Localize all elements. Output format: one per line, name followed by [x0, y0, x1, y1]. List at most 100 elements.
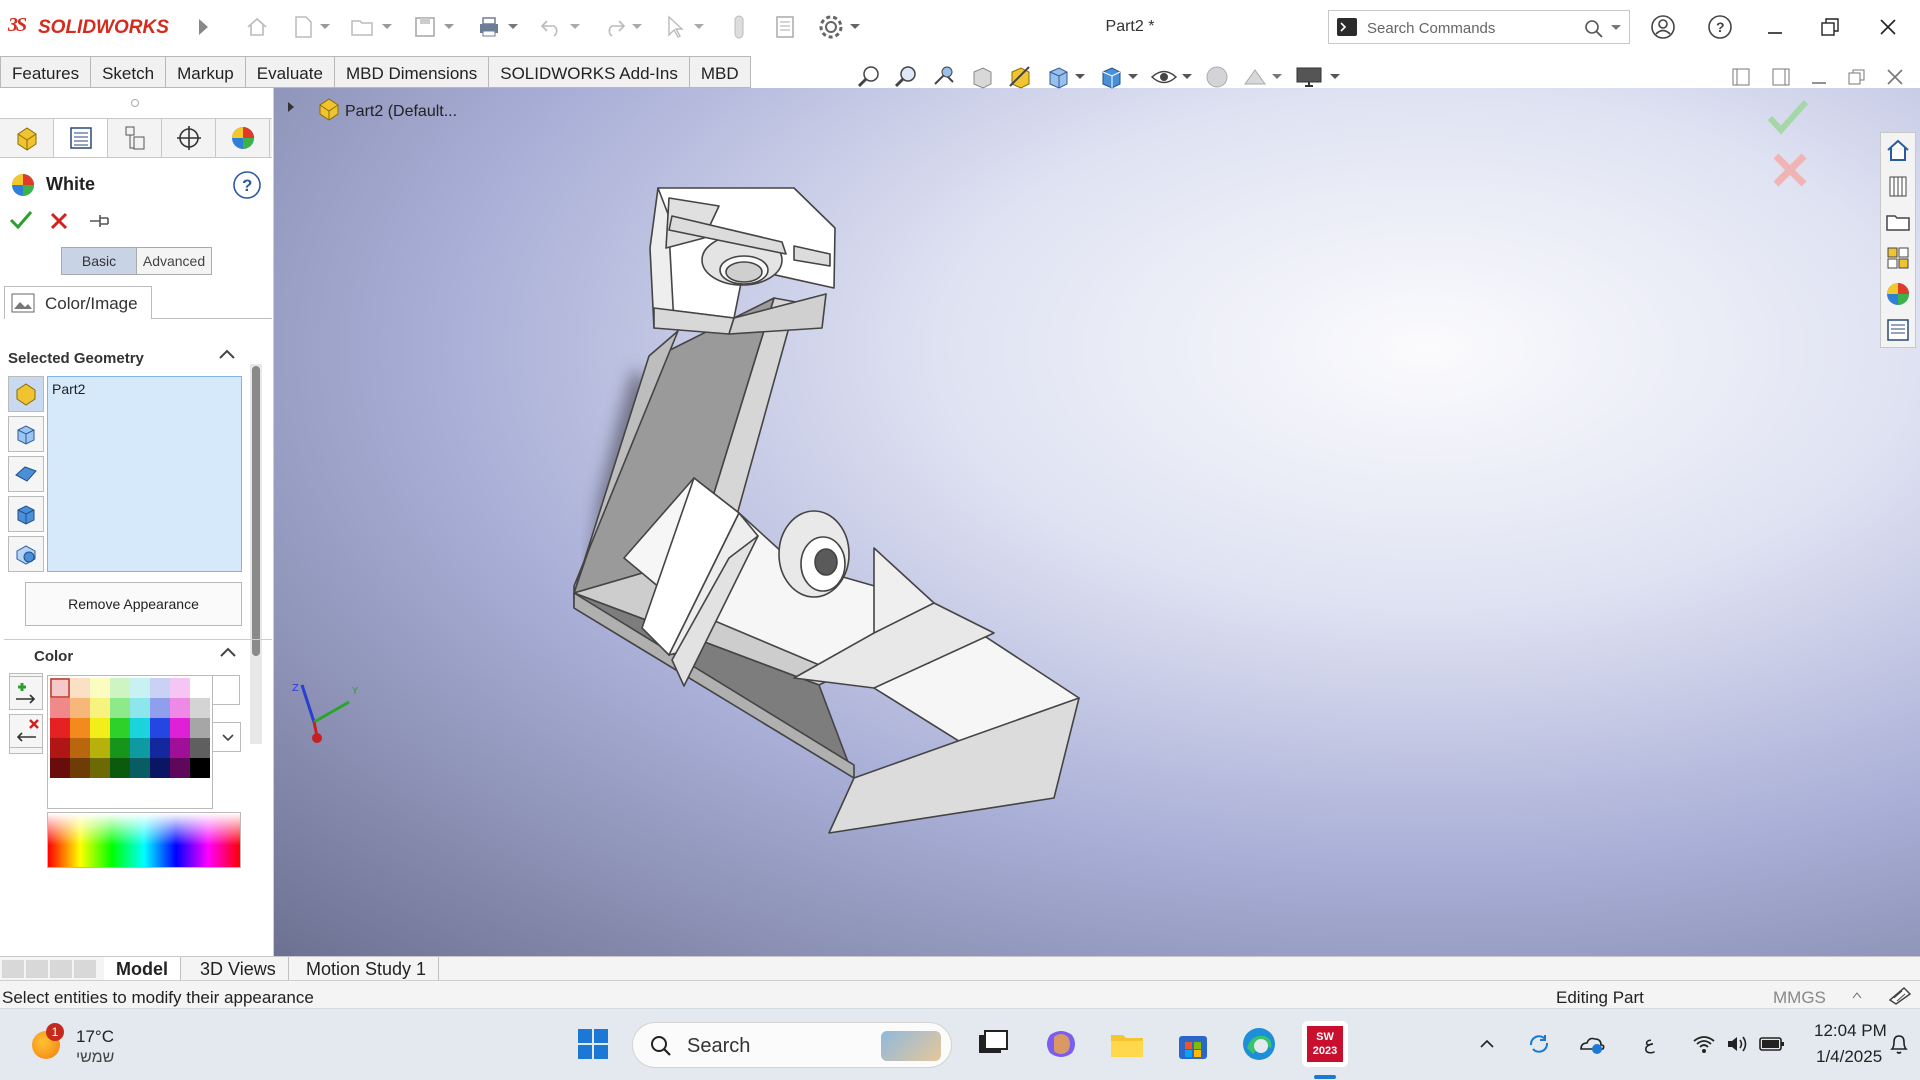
- help-icon[interactable]: ?: [1702, 12, 1738, 42]
- tab-3d-views[interactable]: 3D Views: [188, 957, 289, 981]
- doc-minimize-icon[interactable]: [1802, 62, 1836, 92]
- axis-triad-icon[interactable]: Z Y: [292, 683, 359, 743]
- prev-tab-arrow-icon[interactable]: [26, 960, 48, 978]
- basic-mode-button[interactable]: Basic: [62, 248, 137, 274]
- units-arrow-icon[interactable]: [1852, 991, 1862, 999]
- print-dropdown-icon[interactable]: [506, 12, 520, 42]
- options-gear-icon[interactable]: [816, 12, 846, 42]
- new-document-icon[interactable]: [288, 12, 318, 42]
- tab-markup[interactable]: Markup: [166, 57, 246, 87]
- onedrive-tray-icon[interactable]: [1574, 1021, 1608, 1067]
- search-dropdown-icon[interactable]: [1611, 25, 1621, 31]
- restore-window-button[interactable]: [1812, 12, 1848, 42]
- volume-icon[interactable]: [1724, 1021, 1752, 1067]
- search-icon[interactable]: [1583, 18, 1605, 40]
- custom-properties-icon[interactable]: [1881, 313, 1915, 347]
- collapse-color-icon[interactable]: [219, 646, 237, 658]
- file-explorer-icon[interactable]: [1881, 205, 1915, 239]
- section-view-icon[interactable]: [965, 62, 999, 92]
- show-hidden-icons-chevron[interactable]: [1474, 1021, 1500, 1067]
- swatch-grid[interactable]: [47, 675, 213, 809]
- display-style-dropdown-icon[interactable]: [1126, 62, 1140, 92]
- previous-view-icon[interactable]: [927, 62, 961, 92]
- clock-time[interactable]: 12:04 PM: [1814, 1021, 1887, 1041]
- viewport-split-icon[interactable]: [1764, 62, 1798, 92]
- redo-dropdown-icon[interactable]: [630, 12, 644, 42]
- redo-icon[interactable]: [600, 12, 630, 42]
- list-item[interactable]: Part2: [52, 381, 85, 397]
- weather-widget[interactable]: 1 17°C שמשי: [26, 1023, 136, 1069]
- color-spectrum-picker[interactable]: [47, 812, 241, 868]
- view-orientation-dropdown-icon[interactable]: [1073, 62, 1087, 92]
- undo-icon[interactable]: [536, 12, 566, 42]
- units-label[interactable]: MMGS: [1773, 988, 1826, 1008]
- tab-motion-study[interactable]: Motion Study 1: [294, 957, 440, 981]
- task-view-icon[interactable]: [970, 1021, 1016, 1067]
- sync-tray-icon[interactable]: [1522, 1021, 1556, 1067]
- edit-appearance-icon[interactable]: [1200, 62, 1234, 92]
- solidworks-taskbar-icon[interactable]: SW 2023: [1302, 1021, 1348, 1067]
- remove-swatch-icon[interactable]: [9, 714, 43, 748]
- viewport-single-icon[interactable]: [1724, 62, 1758, 92]
- wifi-icon[interactable]: [1690, 1021, 1718, 1067]
- bracket-part-model[interactable]: [573, 187, 1080, 834]
- tab-solidworks-addins[interactable]: SOLIDWORKS Add-Ins: [489, 57, 690, 87]
- dimxpert-tab-icon[interactable]: [162, 119, 216, 157]
- tab-model[interactable]: Model: [104, 957, 181, 981]
- save-icon[interactable]: [410, 12, 440, 42]
- confirm-corner-check-icon[interactable]: [1764, 98, 1810, 136]
- notification-bell-icon[interactable]: [1884, 1021, 1914, 1067]
- filter-solid-bodies-icon[interactable]: [8, 536, 44, 572]
- hide-show-dropdown-icon[interactable]: [1180, 62, 1194, 92]
- doc-restore-icon[interactable]: [1840, 62, 1874, 92]
- rebuild-status-icon[interactable]: [1886, 984, 1914, 1006]
- zoom-to-area-icon[interactable]: [889, 62, 923, 92]
- tab-sketch[interactable]: Sketch: [91, 57, 167, 87]
- ok-checkmark-icon[interactable]: [8, 209, 34, 231]
- property-manager-tab-icon[interactable]: [54, 119, 108, 157]
- design-library-icon[interactable]: [1881, 169, 1915, 203]
- file-explorer-taskbar-icon[interactable]: [1104, 1021, 1150, 1067]
- tree-expand-arrow-icon[interactable]: [286, 100, 296, 114]
- clock-date[interactable]: 1/4/2025: [1816, 1047, 1882, 1067]
- doc-close-icon[interactable]: [1878, 62, 1912, 92]
- open-folder-icon[interactable]: [348, 12, 378, 42]
- view-palette-icon[interactable]: [1881, 241, 1915, 275]
- configuration-manager-tab-icon[interactable]: [108, 119, 162, 157]
- tab-scroll-arrows[interactable]: [2, 960, 98, 978]
- minimize-window-button[interactable]: [1757, 12, 1793, 42]
- filter-bodies-icon[interactable]: [8, 416, 44, 452]
- language-indicator[interactable]: ع: [1644, 1033, 1655, 1054]
- tab-evaluate[interactable]: Evaluate: [246, 57, 335, 87]
- panel-grip-icon[interactable]: [131, 99, 139, 107]
- zoom-to-fit-icon[interactable]: [852, 62, 886, 92]
- edge-browser-icon[interactable]: [1236, 1021, 1282, 1067]
- battery-icon[interactable]: [1758, 1021, 1786, 1067]
- microsoft-store-icon[interactable]: [1170, 1021, 1216, 1067]
- appearances-scenes-icon[interactable]: [1881, 277, 1915, 311]
- panel-scrollbar[interactable]: [250, 364, 262, 744]
- view-settings-dropdown-icon[interactable]: [1328, 62, 1342, 92]
- print-icon[interactable]: [474, 12, 504, 42]
- add-swatch-icon[interactable]: [9, 676, 43, 710]
- tab-mbd[interactable]: MBD: [690, 57, 750, 87]
- filter-features-icon[interactable]: [8, 496, 44, 532]
- solidworks-resources-icon[interactable]: [1881, 133, 1915, 167]
- open-dropdown-icon[interactable]: [380, 12, 394, 42]
- copilot-icon[interactable]: [1038, 1021, 1084, 1067]
- solidworks-logo[interactable]: 3S SOLIDWORKS: [8, 14, 173, 40]
- advanced-mode-button[interactable]: Advanced: [137, 248, 211, 274]
- selected-geometry-list[interactable]: Part2: [47, 376, 242, 572]
- search-commands-box[interactable]: Search Commands: [1328, 10, 1630, 44]
- file-properties-icon[interactable]: [770, 12, 800, 42]
- taskbar-search-box[interactable]: Search: [632, 1022, 952, 1068]
- scrollbar-thumb[interactable]: [252, 366, 260, 656]
- display-style-icon[interactable]: [1094, 62, 1128, 92]
- model-canvas[interactable]: Z Y: [274, 88, 1920, 956]
- user-account-icon[interactable]: [1645, 12, 1681, 42]
- feature-manager-tab-icon[interactable]: [0, 119, 54, 157]
- view-orientation-icon[interactable]: [1041, 62, 1075, 92]
- close-window-button[interactable]: [1870, 12, 1906, 42]
- home-icon[interactable]: [242, 12, 272, 42]
- dynamic-annotation-icon[interactable]: [1003, 62, 1037, 92]
